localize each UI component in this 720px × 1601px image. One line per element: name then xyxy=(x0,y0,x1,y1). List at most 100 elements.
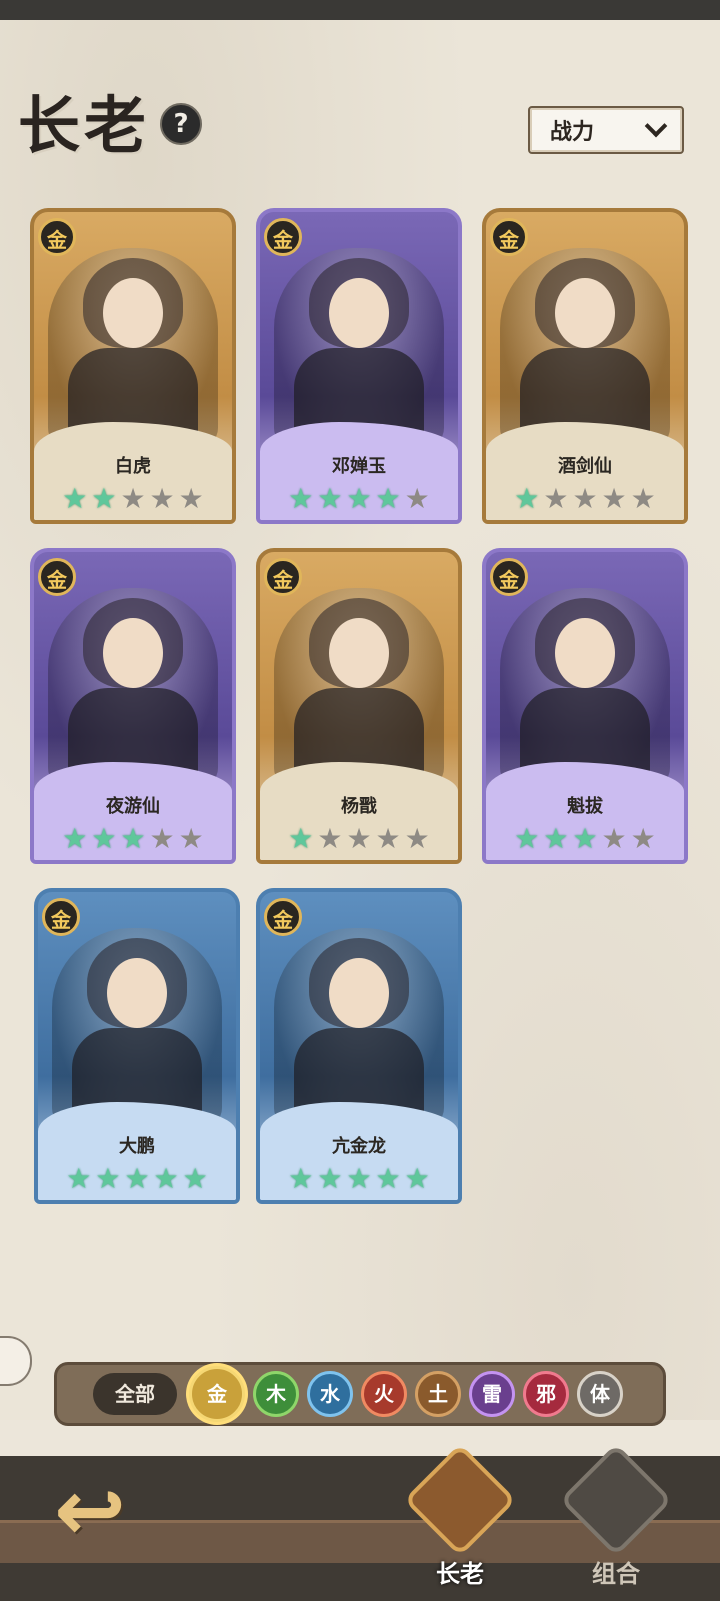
elder-card[interactable]: 金亢金龙 ★ ★ ★ ★ ★ xyxy=(256,888,462,1204)
card-name: 魁拔 xyxy=(567,796,603,817)
portrait-face xyxy=(107,958,167,1028)
element-badge: 金 xyxy=(42,898,80,936)
star-icon: ★ xyxy=(178,482,204,515)
portrait-face xyxy=(329,618,389,688)
elder-card[interactable]: 金酒剑仙 ★ ★ ★ ★ ★ xyxy=(482,208,688,524)
star-icon: ★ xyxy=(346,1162,372,1195)
character-portrait xyxy=(274,248,444,448)
star-icon: ★ xyxy=(182,1162,208,1195)
star-icon: ★ xyxy=(543,822,569,855)
page-title: 长老 xyxy=(18,89,151,162)
element-filter-button[interactable]: 邪 xyxy=(523,1371,569,1417)
tab-elder-label: 长老 xyxy=(436,1560,484,1588)
star-icon: ★ xyxy=(62,482,88,515)
star-icon: ★ xyxy=(514,482,540,515)
star-icon: ★ xyxy=(91,822,117,855)
card-name: 夜游仙 xyxy=(106,796,160,817)
star-rating: ★ ★ ★ ★ ★ xyxy=(38,1164,236,1194)
star-icon: ★ xyxy=(120,822,146,855)
element-filter-button[interactable]: 体 xyxy=(577,1371,623,1417)
filter-all-button[interactable]: 全部 xyxy=(93,1373,177,1415)
star-icon: ★ xyxy=(153,1162,179,1195)
portrait-face xyxy=(103,618,163,688)
sort-label: 战力 xyxy=(550,120,595,145)
elder-tab-icon xyxy=(403,1443,517,1557)
star-icon: ★ xyxy=(317,822,343,855)
portrait-face xyxy=(103,278,163,348)
element-badge: 金 xyxy=(38,558,76,596)
sort-dropdown[interactable]: 战力 xyxy=(528,106,684,154)
portrait-face xyxy=(555,278,615,348)
page-header: 长老 ? xyxy=(18,80,203,162)
character-portrait xyxy=(48,248,218,448)
character-portrait xyxy=(500,248,670,448)
tab-elder[interactable]: 长老 xyxy=(400,1443,520,1600)
star-icon: ★ xyxy=(124,1162,150,1195)
element-filter-list: 金木水火土雷邪体 xyxy=(189,1366,623,1422)
status-bar xyxy=(0,0,720,20)
star-icon: ★ xyxy=(404,482,430,515)
element-badge: 金 xyxy=(264,218,302,256)
star-icon: ★ xyxy=(572,822,598,855)
elder-card[interactable]: 金大鹏 ★ ★ ★ ★ ★ xyxy=(34,888,240,1204)
card-name: 大鹏 xyxy=(119,1136,155,1157)
element-filter-bar: 全部 金木水火土雷邪体 xyxy=(54,1362,666,1426)
element-badge: 金 xyxy=(490,558,528,596)
element-filter-button[interactable]: 雷 xyxy=(469,1371,515,1417)
card-name: 邓婵玉 xyxy=(332,456,386,477)
back-arrow-icon[interactable]: ↩ xyxy=(40,1468,140,1554)
star-icon: ★ xyxy=(178,822,204,855)
element-badge: 金 xyxy=(490,218,528,256)
tab-combo-label: 组合 xyxy=(592,1560,640,1588)
card-name: 杨戬 xyxy=(341,796,377,817)
star-icon: ★ xyxy=(66,1162,92,1195)
star-icon: ★ xyxy=(288,1162,314,1195)
star-icon: ★ xyxy=(514,822,540,855)
elder-card[interactable]: 金魁拔 ★ ★ ★ ★ ★ xyxy=(482,548,688,864)
portrait-face xyxy=(555,618,615,688)
card-name: 白虎 xyxy=(115,456,151,477)
star-icon: ★ xyxy=(346,482,372,515)
star-icon: ★ xyxy=(601,482,627,515)
star-rating: ★ ★ ★ ★ ★ xyxy=(34,824,232,854)
star-rating: ★ ★ ★ ★ ★ xyxy=(260,824,458,854)
star-icon: ★ xyxy=(120,482,146,515)
tab-combo[interactable]: 组合 xyxy=(556,1443,676,1600)
card-name: 酒剑仙 xyxy=(558,456,612,477)
star-icon: ★ xyxy=(375,822,401,855)
elder-card[interactable]: 金邓婵玉 ★ ★ ★ ★ ★ xyxy=(256,208,462,524)
elder-card[interactable]: 金杨戬 ★ ★ ★ ★ ★ xyxy=(256,548,462,864)
star-icon: ★ xyxy=(601,822,627,855)
help-icon[interactable]: ? xyxy=(160,103,203,145)
combo-tab-icon xyxy=(559,1443,673,1557)
star-icon: ★ xyxy=(149,482,175,515)
character-portrait xyxy=(274,588,444,788)
star-icon: ★ xyxy=(375,482,401,515)
star-rating: ★ ★ ★ ★ ★ xyxy=(260,484,458,514)
star-icon: ★ xyxy=(317,1162,343,1195)
star-icon: ★ xyxy=(288,822,314,855)
star-icon: ★ xyxy=(149,822,175,855)
star-icon: ★ xyxy=(375,1162,401,1195)
element-badge: 金 xyxy=(264,898,302,936)
star-rating: ★ ★ ★ ★ ★ xyxy=(486,484,684,514)
portrait-face xyxy=(329,958,389,1028)
element-filter-button[interactable]: 水 xyxy=(307,1371,353,1417)
portrait-face xyxy=(329,278,389,348)
element-filter-button[interactable]: 土 xyxy=(415,1371,461,1417)
chevron-down-icon xyxy=(644,114,668,138)
element-filter-button[interactable]: 金 xyxy=(189,1366,245,1422)
star-icon: ★ xyxy=(95,1162,121,1195)
star-icon: ★ xyxy=(543,482,569,515)
element-filter-button[interactable]: 火 xyxy=(361,1371,407,1417)
elder-card[interactable]: 金白虎 ★ ★ ★ ★ ★ xyxy=(30,208,236,524)
element-badge: 金 xyxy=(264,558,302,596)
element-filter-button[interactable]: 木 xyxy=(253,1371,299,1417)
element-badge: 金 xyxy=(38,218,76,256)
elder-card[interactable]: 金夜游仙 ★ ★ ★ ★ ★ xyxy=(30,548,236,864)
card-name: 亢金龙 xyxy=(332,1136,386,1157)
star-icon: ★ xyxy=(91,482,117,515)
star-icon: ★ xyxy=(346,822,372,855)
star-icon: ★ xyxy=(404,1162,430,1195)
character-portrait xyxy=(274,928,444,1128)
